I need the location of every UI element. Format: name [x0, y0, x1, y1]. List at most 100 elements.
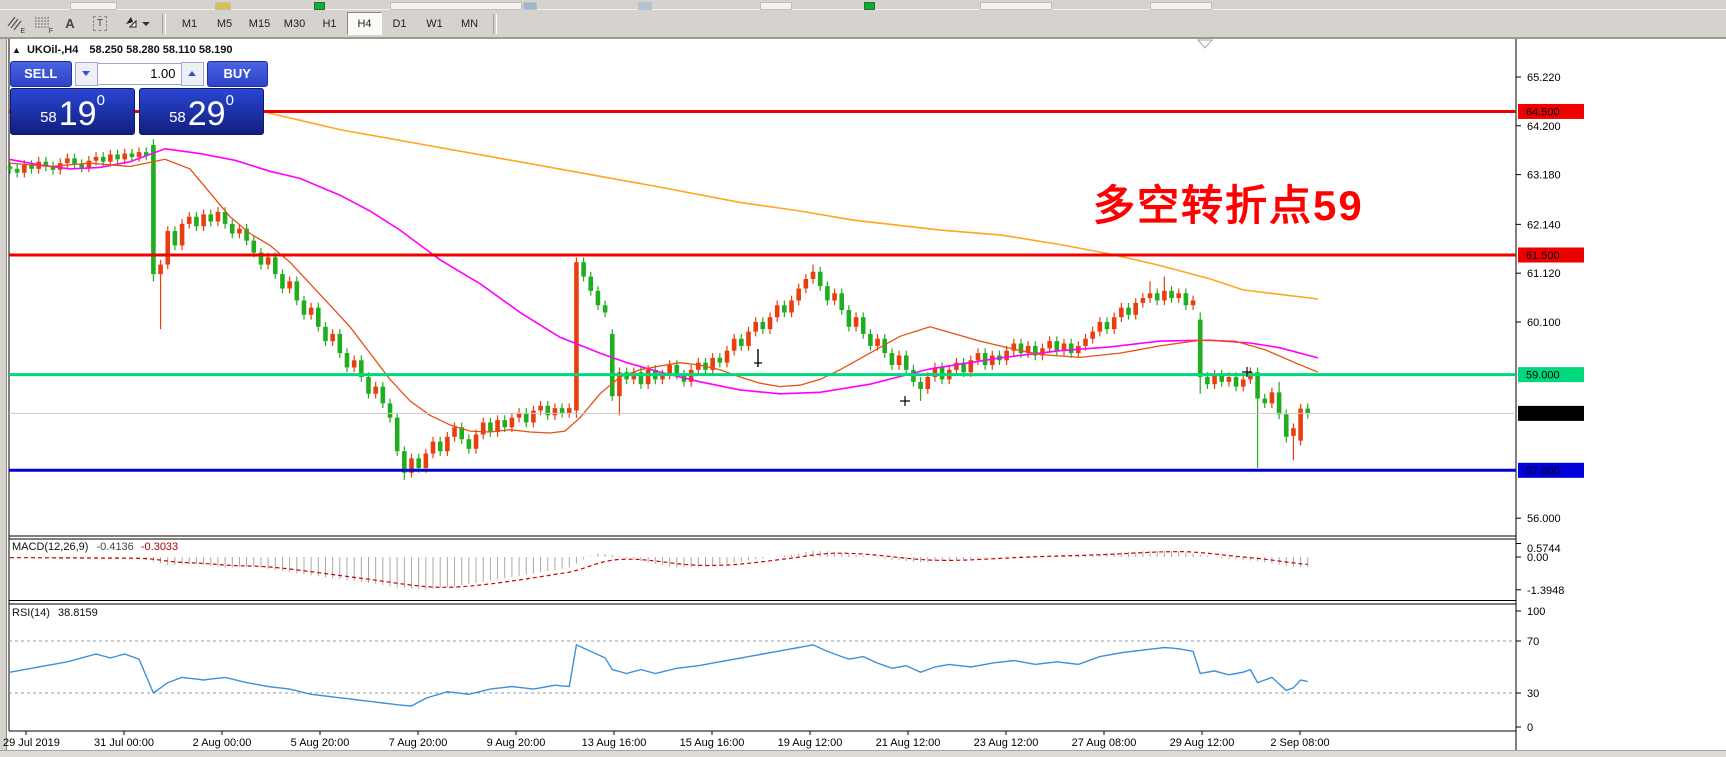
candle	[459, 422, 465, 445]
macd-tick-label: -1.3948	[1527, 585, 1564, 597]
candle	[982, 348, 988, 370]
candle	[337, 329, 343, 358]
candle	[215, 207, 221, 227]
candle	[531, 405, 536, 428]
candle	[1011, 338, 1017, 356]
candle	[258, 247, 264, 270]
candle	[1255, 367, 1260, 468]
candle	[545, 400, 551, 421]
candle	[803, 274, 809, 294]
price-tick-label: 63.180	[1527, 170, 1561, 182]
candle	[774, 300, 780, 322]
panel-frames	[8, 39, 1517, 750]
price-badge-label: 58.190	[1526, 408, 1560, 420]
candle	[280, 269, 285, 294]
sell-button-label: SELL	[24, 66, 58, 81]
candle	[272, 252, 278, 279]
sell-price-prefix: 58	[40, 109, 57, 126]
volume-input[interactable]	[97, 62, 181, 85]
candle	[746, 326, 751, 351]
candle	[918, 377, 923, 401]
price-tick-label: 61.120	[1527, 268, 1561, 280]
candle	[480, 417, 486, 440]
price-tick-label: 64.200	[1527, 121, 1561, 133]
candle	[1054, 336, 1060, 356]
candle	[201, 209, 206, 232]
candle	[609, 329, 615, 401]
rsi-tick-label: 0	[1527, 722, 1533, 734]
candle	[1033, 341, 1038, 361]
volume-decrease-button[interactable]	[74, 61, 98, 86]
candle	[602, 300, 608, 318]
chart-shift-marker-icon[interactable]	[1196, 39, 1214, 49]
rsi-panel	[9, 640, 1516, 707]
date-label: 13 Aug 16:00	[582, 737, 647, 749]
candle	[115, 149, 120, 165]
spinner-down-icon	[82, 71, 90, 76]
macd-panel	[9, 550, 1309, 590]
price-badge-label: 64.500	[1526, 106, 1560, 118]
price-tick-label: 62.140	[1527, 219, 1561, 231]
candle	[466, 434, 472, 454]
candle	[316, 302, 321, 332]
candle	[566, 403, 572, 418]
macd-main-value: -0.4136	[96, 541, 134, 553]
candle	[194, 211, 199, 232]
candle	[158, 259, 163, 330]
candle	[860, 312, 866, 339]
candle	[308, 302, 314, 320]
candle	[1140, 293, 1146, 308]
price-tick-label: 56.000	[1527, 513, 1561, 525]
candle	[495, 415, 500, 437]
buy-price-sup: 0	[225, 92, 234, 109]
candle	[1240, 374, 1246, 392]
horizontal-lines-layer	[9, 110, 1516, 472]
candle	[1190, 295, 1196, 311]
price-axis[interactable]: 65.220 64.200 63.180 62.140 61.120 60.100 56.0…	[1516, 72, 1584, 734]
candle	[574, 257, 579, 418]
date-label: 5 Aug 20:00	[291, 737, 350, 749]
volume-increase-button[interactable]	[180, 61, 204, 86]
macd-tick-label: 0.00	[1527, 552, 1548, 564]
price-badge-label: 57.000	[1526, 465, 1560, 477]
candle	[581, 257, 586, 282]
candle	[1305, 403, 1311, 419]
candle	[359, 355, 364, 382]
buy-button-label: BUY	[223, 66, 251, 81]
sell-button[interactable]: SELL	[10, 60, 72, 87]
candle	[559, 403, 565, 418]
candle	[394, 412, 400, 456]
candle	[79, 159, 84, 173]
candle	[868, 329, 873, 351]
candle	[1090, 326, 1095, 344]
date-label: 7 Aug 20:00	[389, 737, 448, 749]
macd-signal-line	[10, 550, 1308, 588]
sell-price-panel[interactable]: 58 19 0	[10, 88, 135, 135]
buy-price-panel[interactable]: 58 29 0	[139, 88, 264, 135]
price-tick-label: 60.100	[1527, 317, 1561, 329]
candle	[1126, 302, 1131, 320]
date-label: 19 Aug 12:00	[778, 737, 843, 749]
candle	[1162, 276, 1167, 306]
candle	[86, 155, 92, 173]
candle	[817, 266, 823, 291]
rsi-tick-label: 100	[1527, 606, 1545, 618]
rsi-line	[9, 643, 1308, 707]
candle	[753, 317, 758, 337]
buy-button[interactable]: BUY	[206, 60, 268, 87]
date-axis[interactable]: 29 Jul 2019 31 Jul 00:00 2 Aug 00:00 5 Aug …	[3, 731, 1330, 749]
candle	[810, 264, 816, 284]
candle	[323, 321, 328, 346]
candle	[782, 300, 787, 318]
candle	[488, 417, 493, 437]
candle	[108, 149, 113, 167]
sell-price-sup: 0	[96, 92, 105, 109]
date-label: 15 Aug 16:00	[680, 737, 745, 749]
candle	[667, 360, 672, 380]
candle	[767, 312, 773, 334]
rsi-value: 38.8159	[57, 607, 98, 619]
chart-title: ▲ UKOil-,H4 58.250 58.280 58.110 58.190	[12, 44, 233, 56]
candle	[344, 348, 350, 373]
candle	[186, 211, 192, 229]
candle	[825, 281, 830, 306]
